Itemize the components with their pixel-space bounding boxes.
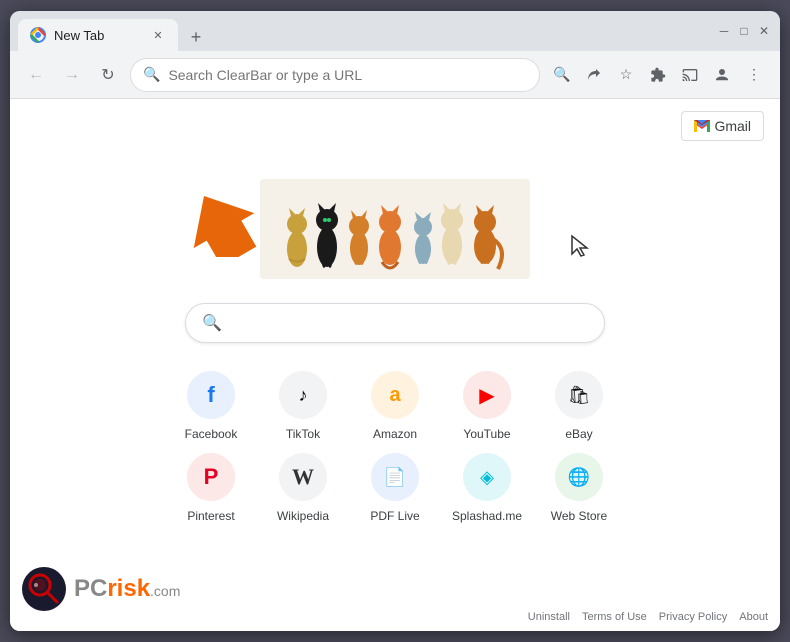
maximize-button[interactable]: □ <box>736 23 752 39</box>
wikipedia-icon: W <box>279 453 327 501</box>
shortcuts-grid: f Facebook ♪ TikTok a Amazon ▶ Yo <box>155 371 635 523</box>
forward-button[interactable]: → <box>58 61 86 89</box>
search-input[interactable] <box>232 315 588 331</box>
footer-uninstall[interactable]: Uninstall <box>528 611 570 623</box>
tab-close-button[interactable]: ✕ <box>150 27 166 43</box>
tiktok-label: TikTok <box>286 427 320 441</box>
facebook-icon: f <box>187 371 235 419</box>
pdflive-icon: 📄 <box>371 453 419 501</box>
shortcut-pdflive[interactable]: 📄 PDF Live <box>355 453 435 523</box>
pcrisk-risk: risk <box>107 575 150 602</box>
shortcut-tiktok[interactable]: ♪ TikTok <box>263 371 343 441</box>
splashad-icon: ◈ <box>463 453 511 501</box>
reload-button[interactable]: ↻ <box>94 61 122 89</box>
window-controls: ─ □ ✕ <box>716 23 772 39</box>
address-bar[interactable]: 🔍 <box>130 58 540 92</box>
amazon-label: Amazon <box>373 427 417 441</box>
title-bar: New Tab ✕ + ─ □ ✕ <box>10 11 780 51</box>
footer-terms[interactable]: Terms of Use <box>582 611 647 623</box>
webstore-icon: 🌐 <box>555 453 603 501</box>
ebay-icon: 🛍 <box>555 371 603 419</box>
wikipedia-label: Wikipedia <box>277 509 329 523</box>
search-box[interactable]: 🔍 <box>185 303 605 343</box>
browser-window: New Tab ✕ + ─ □ ✕ ← → ↻ 🔍 🔍 ☆ <box>10 11 780 631</box>
toolbar: ← → ↻ 🔍 🔍 ☆ <box>10 51 780 99</box>
shortcut-ebay[interactable]: 🛍 eBay <box>539 371 619 441</box>
footer-about[interactable]: About <box>739 611 768 623</box>
toolbar-actions: 🔍 ☆ ⋮ <box>548 61 768 89</box>
bookmark-button[interactable]: ☆ <box>612 61 640 89</box>
webstore-label: Web Store <box>551 509 607 523</box>
pcrisk-watermark: PCrisk.com <box>22 567 180 611</box>
splashad-label: Splashad.me <box>452 509 522 523</box>
shortcut-youtube[interactable]: ▶ YouTube <box>447 371 527 441</box>
pcrisk-text: PCrisk.com <box>74 575 180 603</box>
pdflive-label: PDF Live <box>370 509 419 523</box>
shortcut-amazon[interactable]: a Amazon <box>355 371 435 441</box>
new-tab-button[interactable]: + <box>182 23 210 51</box>
tiktok-icon: ♪ <box>279 371 327 419</box>
address-input[interactable] <box>168 67 527 83</box>
footer: Uninstall Terms of Use Privacy Policy Ab… <box>528 611 768 623</box>
search-web-button[interactable]: 🔍 <box>548 61 576 89</box>
close-button[interactable]: ✕ <box>756 23 772 39</box>
youtube-icon: ▶ <box>463 371 511 419</box>
share-button[interactable] <box>580 61 608 89</box>
profile-button[interactable] <box>708 61 736 89</box>
shortcut-pinterest[interactable]: P Pinterest <box>171 453 251 523</box>
cat-image <box>260 179 530 279</box>
footer-privacy[interactable]: Privacy Policy <box>659 611 727 623</box>
minimize-button[interactable]: ─ <box>716 23 732 39</box>
facebook-label: Facebook <box>185 427 238 441</box>
shortcut-facebook[interactable]: f Facebook <box>171 371 251 441</box>
page-content: Gmail <box>10 99 780 631</box>
search-icon: 🔍 <box>143 66 160 83</box>
gmail-button[interactable]: Gmail <box>681 111 764 141</box>
amazon-icon: a <box>371 371 419 419</box>
shortcut-webstore[interactable]: 🌐 Web Store <box>539 453 619 523</box>
cast-button[interactable] <box>676 61 704 89</box>
active-tab[interactable]: New Tab ✕ <box>18 19 178 51</box>
search-icon: 🔍 <box>202 313 222 333</box>
pinterest-label: Pinterest <box>187 509 234 523</box>
youtube-label: YouTube <box>463 427 510 441</box>
back-button[interactable]: ← <box>22 61 50 89</box>
cursor <box>570 234 590 263</box>
shortcut-wikipedia[interactable]: W Wikipedia <box>263 453 343 523</box>
pinterest-icon: P <box>187 453 235 501</box>
menu-button[interactable]: ⋮ <box>740 61 768 89</box>
tab-favicon <box>30 27 46 43</box>
pcrisk-pc: PC <box>74 575 107 602</box>
tab-title: New Tab <box>54 28 142 43</box>
tab-area: New Tab ✕ + <box>18 11 712 51</box>
pcrisk-com: .com <box>150 583 180 599</box>
shortcut-splashad[interactable]: ◈ Splashad.me <box>447 453 527 523</box>
ebay-label: eBay <box>565 427 592 441</box>
extensions-button[interactable] <box>644 61 672 89</box>
gmail-label: Gmail <box>714 118 751 134</box>
